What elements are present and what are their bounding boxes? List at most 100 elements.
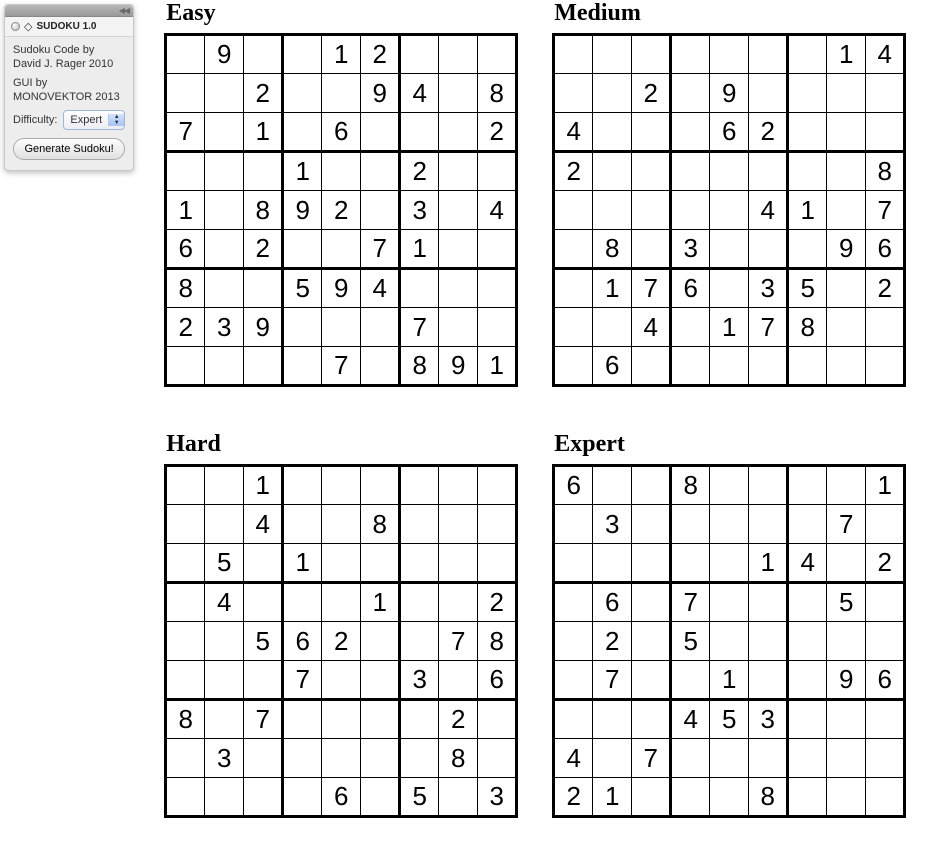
sudoku-cell[interactable] [827,269,866,308]
sudoku-cell[interactable]: 7 [244,700,283,739]
sudoku-cell[interactable] [439,230,478,269]
sudoku-cell[interactable]: 5 [244,622,283,661]
sudoku-cell[interactable] [166,583,205,622]
sudoku-cell[interactable] [400,583,439,622]
sudoku-cell[interactable] [671,74,710,113]
sudoku-cell[interactable] [400,466,439,505]
sudoku-cell[interactable]: 6 [166,230,205,269]
sudoku-cell[interactable] [827,778,866,817]
sudoku-cell[interactable] [361,778,400,817]
sudoku-cell[interactable] [866,700,905,739]
sudoku-cell[interactable] [827,113,866,152]
sudoku-cell[interactable] [827,739,866,778]
sudoku-cell[interactable] [866,347,905,386]
sudoku-cell[interactable]: 8 [166,269,205,308]
sudoku-cell[interactable]: 2 [244,74,283,113]
sudoku-cell[interactable] [478,505,517,544]
sudoku-cell[interactable]: 8 [478,74,517,113]
sudoku-cell[interactable]: 6 [866,661,905,700]
sudoku-cell[interactable] [632,466,671,505]
sudoku-cell[interactable] [710,583,749,622]
sudoku-cell[interactable] [749,661,788,700]
sudoku-cell[interactable]: 1 [710,661,749,700]
sudoku-cell[interactable] [283,113,322,152]
sudoku-cell[interactable]: 8 [788,308,827,347]
sudoku-cell[interactable] [439,35,478,74]
sudoku-cell[interactable]: 5 [710,700,749,739]
sudoku-cell[interactable] [322,74,361,113]
sudoku-cell[interactable] [671,661,710,700]
sudoku-cell[interactable] [244,347,283,386]
sudoku-cell[interactable] [439,308,478,347]
sudoku-cell[interactable]: 1 [593,778,632,817]
sudoku-cell[interactable] [593,544,632,583]
sudoku-cell[interactable]: 2 [478,583,517,622]
sudoku-cell[interactable] [400,739,439,778]
sudoku-cell[interactable] [205,466,244,505]
sudoku-cell[interactable]: 1 [166,191,205,230]
sudoku-cell[interactable] [749,347,788,386]
sudoku-cell[interactable]: 7 [361,230,400,269]
sudoku-cell[interactable]: 1 [788,191,827,230]
sudoku-cell[interactable]: 4 [478,191,517,230]
sudoku-cell[interactable]: 7 [866,191,905,230]
sudoku-cell[interactable]: 3 [400,661,439,700]
sudoku-cell[interactable] [322,152,361,191]
sudoku-cell[interactable] [400,700,439,739]
sudoku-cell[interactable] [439,191,478,230]
sudoku-cell[interactable]: 8 [749,778,788,817]
sudoku-cell[interactable] [554,191,593,230]
sudoku-cell[interactable] [788,622,827,661]
sudoku-cell[interactable] [478,308,517,347]
sudoku-cell[interactable] [710,466,749,505]
sudoku-cell[interactable]: 3 [478,778,517,817]
sudoku-cell[interactable] [361,152,400,191]
sudoku-cell[interactable] [478,230,517,269]
sudoku-cell[interactable] [166,74,205,113]
sudoku-cell[interactable]: 6 [593,583,632,622]
sudoku-cell[interactable]: 6 [478,661,517,700]
sudoku-cell[interactable]: 7 [632,269,671,308]
difficulty-select[interactable]: Expert ▲▼ [63,110,125,130]
sudoku-cell[interactable] [632,661,671,700]
sudoku-cell[interactable] [166,152,205,191]
sudoku-cell[interactable] [283,778,322,817]
sudoku-cell[interactable] [671,308,710,347]
sudoku-cell[interactable]: 4 [205,583,244,622]
sudoku-cell[interactable] [166,544,205,583]
sudoku-cell[interactable] [361,308,400,347]
sudoku-cell[interactable]: 1 [283,152,322,191]
sudoku-cell[interactable] [439,778,478,817]
sudoku-cell[interactable] [283,739,322,778]
sudoku-cell[interactable]: 6 [283,622,322,661]
sudoku-cell[interactable] [439,661,478,700]
sudoku-cell[interactable]: 3 [400,191,439,230]
sudoku-cell[interactable] [749,152,788,191]
sudoku-cell[interactable] [205,505,244,544]
sudoku-cell[interactable] [710,544,749,583]
sudoku-cell[interactable] [166,661,205,700]
sudoku-cell[interactable] [244,544,283,583]
sudoku-cell[interactable] [322,466,361,505]
sudoku-cell[interactable] [788,505,827,544]
sudoku-cell[interactable] [166,505,205,544]
sudoku-cell[interactable] [439,583,478,622]
sudoku-cell[interactable] [866,113,905,152]
sudoku-cell[interactable]: 7 [671,583,710,622]
sudoku-cell[interactable] [632,35,671,74]
sudoku-cell[interactable] [244,739,283,778]
sudoku-cell[interactable] [244,269,283,308]
sudoku-cell[interactable] [205,269,244,308]
sudoku-cell[interactable] [361,700,400,739]
generate-button[interactable]: Generate Sudoku! [13,138,125,160]
sudoku-cell[interactable] [671,113,710,152]
sudoku-cell[interactable] [166,622,205,661]
sudoku-cell[interactable] [244,778,283,817]
sudoku-cell[interactable] [554,661,593,700]
sudoku-cell[interactable] [632,544,671,583]
sudoku-cell[interactable] [710,505,749,544]
sudoku-cell[interactable] [827,544,866,583]
sudoku-cell[interactable] [400,544,439,583]
sudoku-cell[interactable]: 1 [710,308,749,347]
sudoku-cell[interactable]: 8 [244,191,283,230]
